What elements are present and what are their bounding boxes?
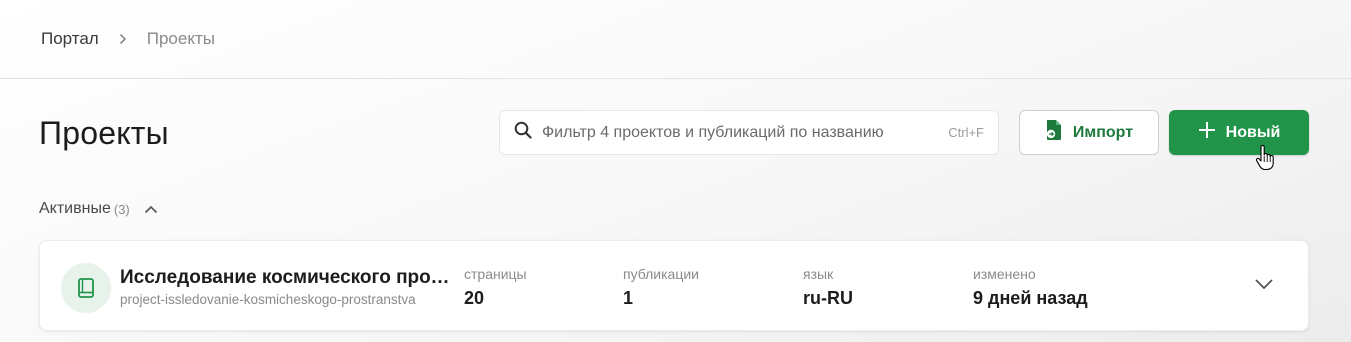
import-button[interactable]: Импорт [1019, 110, 1159, 155]
chevron-right-icon [119, 33, 127, 45]
stat-value: 1 [623, 288, 634, 308]
breadcrumb: Портал Проекты [0, 0, 1351, 79]
stat-publications: публикации 1 [623, 266, 699, 309]
search-shortcut-hint: Ctrl+F [948, 125, 984, 140]
section-title: Активные [39, 200, 111, 217]
search-box[interactable]: Ctrl+F [499, 110, 999, 155]
breadcrumb-portal-link[interactable]: Портал [41, 29, 99, 49]
new-button-label: Новый [1225, 123, 1281, 141]
stat-label: язык [803, 266, 834, 282]
search-icon [514, 121, 532, 144]
project-card[interactable]: Исследование космического пространства p… [39, 240, 1309, 331]
project-name[interactable]: Исследование космического пространства [120, 267, 452, 289]
stat-value: 9 дней назад [973, 288, 1088, 308]
plus-icon [1198, 121, 1216, 144]
page-title: Проекты [39, 115, 169, 151]
new-project-button[interactable]: Новый [1169, 110, 1309, 155]
chevron-up-icon [144, 205, 158, 214]
stat-label: публикации [623, 266, 699, 282]
stat-language: язык ru-RU [803, 266, 853, 309]
project-slug: project-issledovanie-kosmicheskogo-prost… [120, 292, 416, 307]
import-button-label: Импорт [1072, 123, 1134, 141]
active-section-toggle[interactable]: Активные (3) [39, 200, 158, 218]
stat-value: ru-RU [803, 288, 853, 308]
stat-label: страницы [464, 266, 527, 282]
breadcrumb-current: Проекты [146, 29, 215, 48]
stat-pages: страницы 20 [464, 266, 527, 309]
search-input[interactable] [542, 111, 941, 154]
stat-label: изменено [973, 266, 1036, 282]
hand-cursor-icon [1255, 144, 1275, 176]
import-file-icon [1045, 119, 1063, 146]
chevron-down-icon[interactable] [1254, 277, 1274, 295]
section-count: (3) [113, 201, 130, 217]
book-icon [61, 263, 111, 313]
stat-modified: изменено 9 дней назад [973, 266, 1088, 309]
stat-value: 20 [464, 288, 485, 308]
